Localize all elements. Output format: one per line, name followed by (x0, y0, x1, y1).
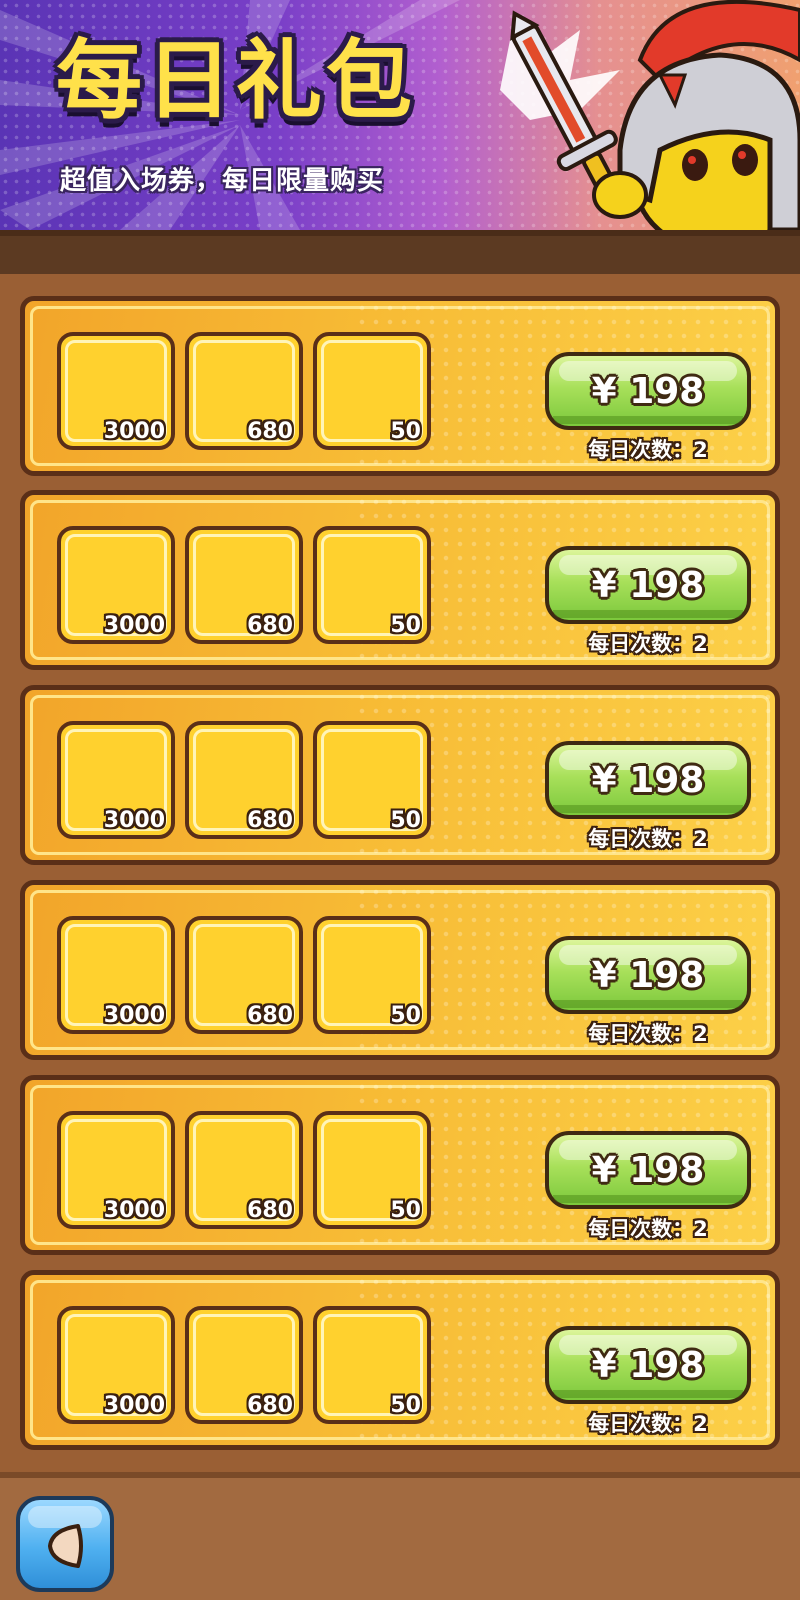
reward-slot[interactable]: 50 (313, 1306, 431, 1424)
reward-count: 3000 (103, 808, 165, 833)
reward-count: 50 (390, 1003, 421, 1028)
reward-count: 680 (247, 808, 293, 833)
buy-button[interactable]: ¥ 198 (545, 1326, 751, 1404)
reward-slot[interactable]: 3000 (57, 1111, 175, 1229)
back-arrow-icon (48, 1524, 83, 1568)
daily-limit: 每日次数：2 (588, 1217, 708, 1241)
pack-row: 3000 680 50 ¥ 198 每日次数：2 (20, 880, 780, 1060)
reward-count: 680 (247, 613, 293, 638)
buy-button[interactable]: ¥ 198 (545, 936, 751, 1014)
reward-slot[interactable]: 680 (185, 1306, 303, 1424)
reward-slot[interactable]: 50 (313, 916, 431, 1034)
buy-button[interactable]: ¥ 198 (545, 546, 751, 624)
reward-slot[interactable]: 50 (313, 1111, 431, 1229)
reward-count: 3000 (103, 1393, 165, 1418)
pack-row: 3000 680 50 ¥ 198 每日次数：2 (20, 685, 780, 865)
reward-slot[interactable]: 680 (185, 526, 303, 644)
daily-limit: 每日次数：2 (588, 632, 708, 656)
pack-row: 3000 680 50 ¥ 198 每日次数：2 (20, 1270, 780, 1450)
reward-slot[interactable]: 680 (185, 916, 303, 1034)
reward-count: 3000 (103, 1198, 165, 1223)
daily-limit: 每日次数：2 (588, 1412, 708, 1436)
reward-slot[interactable]: 680 (185, 721, 303, 839)
reward-count: 50 (390, 1393, 421, 1418)
buy-button[interactable]: ¥ 198 (545, 741, 751, 819)
reward-count: 680 (247, 1198, 293, 1223)
buy-button[interactable]: ¥ 198 (545, 352, 751, 430)
reward-count: 3000 (103, 419, 165, 444)
price-label: ¥ 198 (591, 370, 705, 412)
pack-list: 3000 680 50 ¥ 198 每日次数：2 3000 680 50 ¥ 1… (0, 274, 800, 1472)
banner: 每日礼包 超值入场券，每日限量购买 (0, 0, 800, 230)
price-label: ¥ 198 (591, 1344, 705, 1386)
back-button[interactable] (16, 1496, 114, 1592)
reward-count: 680 (247, 1393, 293, 1418)
bottom-bar (0, 1472, 800, 1600)
banner-title: 每日礼包 (56, 31, 416, 131)
reward-slot[interactable]: 3000 (57, 721, 175, 839)
reward-slot[interactable]: 680 (185, 1111, 303, 1229)
reward-slot[interactable]: 680 (185, 332, 303, 450)
reward-count: 50 (390, 808, 421, 833)
reward-count: 680 (247, 419, 293, 444)
pack-row: 3000 680 50 ¥ 198 每日次数：2 (20, 1075, 780, 1255)
reward-slot[interactable]: 50 (313, 721, 431, 839)
price-label: ¥ 198 (591, 954, 705, 996)
reward-slot[interactable]: 3000 (57, 526, 175, 644)
daily-limit: 每日次数：2 (588, 438, 708, 462)
price-label: ¥ 198 (591, 1149, 705, 1191)
reward-count: 50 (390, 1198, 421, 1223)
buy-button[interactable]: ¥ 198 (545, 1131, 751, 1209)
reward-slot[interactable]: 3000 (57, 1306, 175, 1424)
header-divider (0, 230, 800, 274)
daily-pack-screen: 每日礼包 超值入场券，每日限量购买 3000 680 50 ¥ 198 每日次数… (0, 0, 800, 1600)
daily-limit: 每日次数：2 (588, 1022, 708, 1046)
reward-slot[interactable]: 50 (313, 332, 431, 450)
reward-slot[interactable]: 3000 (57, 332, 175, 450)
reward-count: 50 (390, 613, 421, 638)
reward-slot[interactable]: 50 (313, 526, 431, 644)
pack-row: 3000 680 50 ¥ 198 每日次数：2 (20, 490, 780, 670)
price-label: ¥ 198 (591, 564, 705, 606)
spartan-warrior-mascot (500, 0, 800, 230)
daily-limit: 每日次数：2 (588, 827, 708, 851)
reward-count: 50 (390, 419, 421, 444)
reward-count: 3000 (103, 613, 165, 638)
reward-slot[interactable]: 3000 (57, 916, 175, 1034)
price-label: ¥ 198 (591, 759, 705, 801)
reward-count: 3000 (103, 1003, 165, 1028)
reward-count: 680 (247, 1003, 293, 1028)
banner-subtitle: 超值入场券，每日限量购买 (60, 166, 385, 196)
pack-row: 3000 680 50 ¥ 198 每日次数：2 (20, 296, 780, 476)
